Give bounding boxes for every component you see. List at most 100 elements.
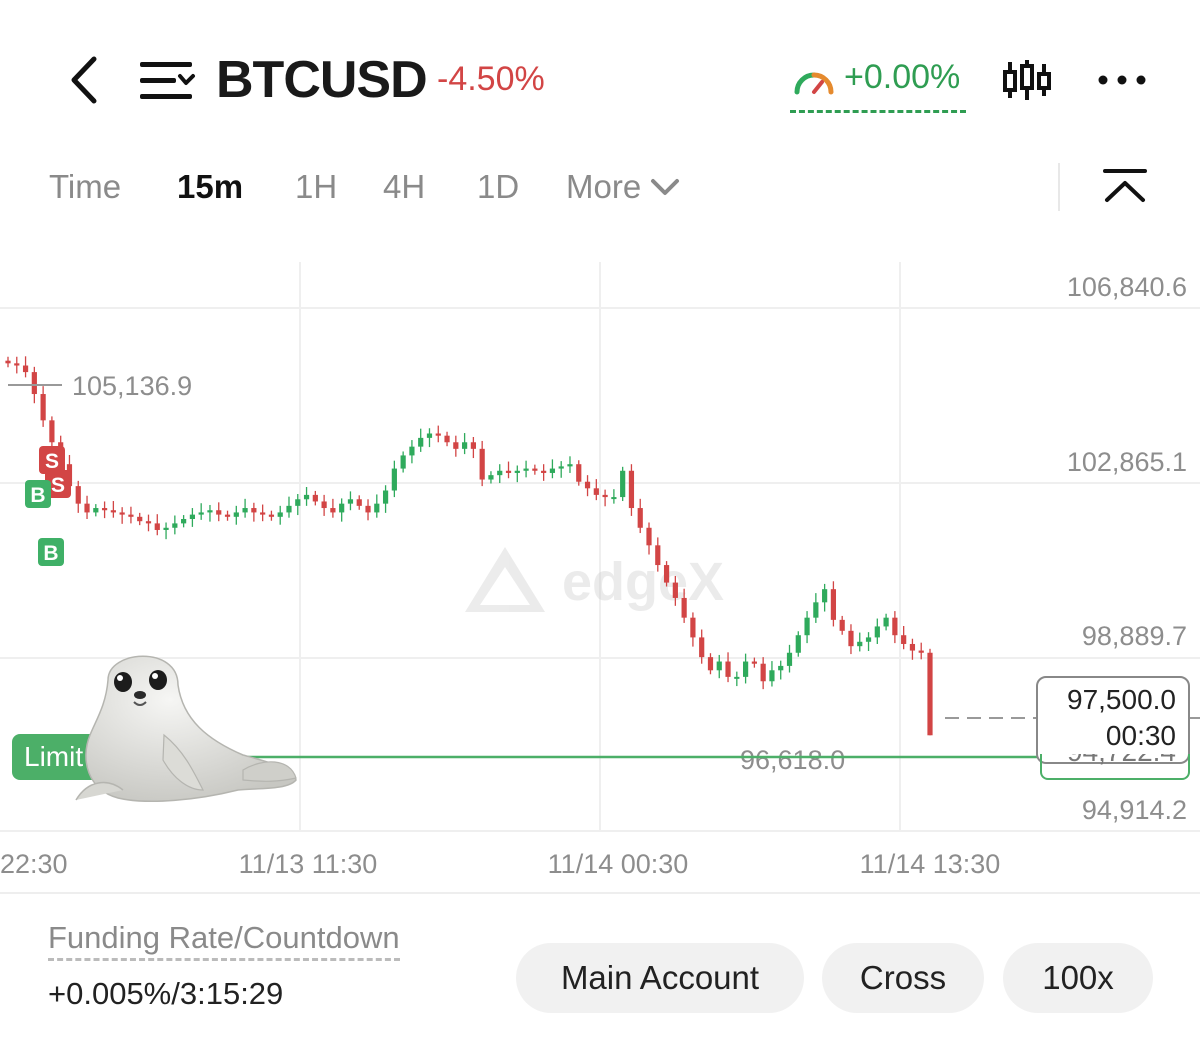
candle-body	[277, 512, 283, 517]
ellipsis-icon	[1098, 75, 1146, 85]
candle-body	[620, 470, 626, 498]
funding-gauge[interactable]: +0.00%	[790, 58, 966, 113]
candle-body	[804, 617, 810, 636]
candle-body	[901, 635, 907, 644]
candle-body	[216, 510, 222, 515]
account-selector-button[interactable]: Main Account	[516, 943, 804, 1013]
candle-body	[558, 466, 564, 469]
trade-marker-label: B	[43, 542, 58, 565]
limit-price-label: 94,722.4	[1067, 754, 1176, 768]
current-price-box[interactable]: 97,500.0 00:30	[1036, 676, 1190, 764]
candle-body	[760, 663, 766, 682]
candle-body	[848, 630, 854, 647]
candle-body	[927, 652, 933, 736]
candle-body	[426, 433, 433, 438]
candle-body	[303, 494, 310, 500]
candle-body	[865, 637, 872, 642]
tab-4h[interactable]: 4H	[383, 168, 425, 206]
candle-body	[84, 503, 90, 513]
candle-body	[409, 446, 415, 456]
candle-body	[839, 619, 845, 631]
collapse-chart-button[interactable]	[1103, 168, 1147, 204]
candle-body	[14, 363, 20, 366]
candle-body	[874, 626, 880, 638]
candle-body	[628, 470, 635, 509]
candle-body	[909, 643, 916, 651]
tab-time[interactable]: Time	[49, 168, 121, 206]
candle-body	[75, 486, 81, 504]
candle-body	[224, 514, 231, 517]
candle-body	[576, 464, 582, 482]
tab-15m[interactable]: 15m	[177, 168, 243, 206]
candle-body	[743, 661, 749, 677]
candle-body	[391, 468, 397, 491]
y-tick: 98,889.7	[1082, 621, 1187, 651]
candle-body	[532, 468, 538, 471]
candle-body	[242, 508, 248, 513]
candle-body	[251, 508, 257, 513]
candle-body	[181, 519, 187, 524]
price-change: -4.50%	[437, 60, 545, 98]
candle-body	[418, 437, 424, 447]
candle-body	[593, 488, 599, 495]
candle-body	[101, 508, 108, 511]
more-options-button[interactable]	[1097, 72, 1147, 88]
candle-body	[374, 503, 380, 513]
chevron-left-icon	[71, 56, 97, 104]
candle-body	[716, 661, 722, 671]
candle-body	[725, 661, 731, 677]
candle-body	[470, 442, 476, 449]
candle-body	[655, 545, 661, 566]
y-tick: 102,865.1	[1067, 447, 1187, 477]
limit-price-box[interactable]: 94,722.4	[1040, 754, 1190, 780]
candle-body	[786, 652, 793, 666]
candle-body	[347, 499, 354, 504]
candle-body	[637, 508, 643, 528]
candle-body	[541, 470, 547, 473]
symbol-title[interactable]: BTCUSD	[216, 50, 428, 110]
funding-rate-label[interactable]: Funding Rate/Countdown	[48, 920, 400, 961]
chevron-down-icon	[651, 179, 680, 195]
candle-body	[5, 360, 11, 364]
candle-body	[584, 481, 591, 489]
candle-body	[22, 365, 29, 373]
candle-body	[751, 661, 757, 664]
candle-body	[356, 499, 362, 506]
candlestick-chart-icon	[1003, 60, 1051, 100]
leverage-button[interactable]: 100x	[1003, 943, 1153, 1013]
candle-body	[312, 494, 318, 502]
candle-body	[145, 521, 152, 524]
tab-divider	[1058, 163, 1060, 211]
candle-countdown-label: 00:30	[1105, 720, 1176, 751]
candle-body	[672, 582, 678, 598]
back-button[interactable]	[64, 55, 108, 105]
candle-body	[444, 435, 450, 443]
tab-more-label: More	[566, 168, 642, 205]
candle-body	[611, 497, 617, 500]
candle-body	[382, 490, 389, 504]
candle-body	[453, 442, 459, 449]
candle-body	[49, 420, 55, 443]
candle-body	[93, 508, 99, 513]
candle-body	[137, 516, 143, 522]
margin-mode-button[interactable]: Cross	[822, 943, 984, 1013]
candle-body	[207, 510, 213, 513]
candle-body	[172, 523, 178, 528]
gauge-icon	[794, 72, 834, 95]
tab-1h[interactable]: 1H	[295, 168, 337, 206]
candle-body	[479, 448, 485, 480]
tab-1d[interactable]: 1D	[477, 168, 519, 206]
candle-body	[549, 468, 556, 473]
funding-short-value: +0.00%	[844, 58, 961, 96]
seal-sticker-image	[75, 655, 297, 803]
candle-body	[233, 512, 239, 517]
candle-body	[40, 394, 46, 421]
symbol-menu-button[interactable]	[138, 60, 196, 102]
indicator-button[interactable]	[1002, 58, 1052, 102]
candle-body	[365, 505, 371, 513]
x-tick: 22:30	[0, 849, 68, 879]
tab-more[interactable]: More	[566, 168, 681, 206]
candle-body	[523, 468, 529, 471]
candle-body	[681, 597, 687, 618]
current-price-label: 97,500.0	[1067, 684, 1176, 715]
